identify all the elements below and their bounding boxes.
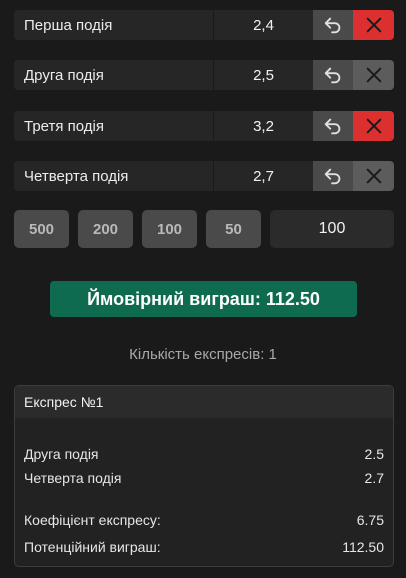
express-title: Експрес №1 (15, 386, 393, 418)
event-odds: 2,4 (253, 16, 274, 34)
selection-odds: 2.7 (364, 470, 384, 486)
event-row: Друга подія 2,5 (14, 60, 394, 90)
close-icon (366, 67, 381, 83)
close-icon (366, 118, 381, 134)
remove-button[interactable] (353, 10, 394, 40)
undo-icon (324, 17, 341, 34)
express-card: Експрес №1 Друга подія 2.5 Четверта поді… (14, 385, 394, 567)
event-odds: 2,5 (253, 66, 274, 84)
event-row: Перша подія 2,4 (14, 10, 394, 40)
stake-200-button[interactable]: 200 (78, 210, 133, 248)
remove-button[interactable] (353, 111, 394, 141)
undo-button[interactable] (313, 60, 353, 90)
remove-button[interactable] (353, 161, 394, 191)
stake-500-button[interactable]: 500 (14, 210, 69, 248)
win-label: Потенційний виграш: (24, 539, 161, 555)
undo-icon (324, 67, 341, 84)
event-odds: 3,2 (253, 117, 274, 135)
stake-100-button[interactable]: 100 (142, 210, 197, 248)
event-name: Друга подія (14, 60, 214, 90)
undo-icon (324, 118, 341, 135)
event-row: Четверта подія 2,7 (14, 161, 394, 191)
stake-input[interactable]: 100 (270, 210, 394, 248)
event-name: Четверта подія (14, 161, 214, 191)
event-name: Перша подія (14, 10, 214, 40)
express-coefficient: Коефіцієнт експресу: 6.75 (24, 512, 384, 528)
close-icon (366, 168, 381, 184)
coef-value: 6.75 (356, 512, 384, 528)
undo-button[interactable] (313, 111, 353, 141)
undo-button[interactable] (313, 161, 353, 191)
undo-icon (324, 168, 341, 185)
express-selection: Четверта подія 2.7 (24, 470, 384, 486)
selection-name: Друга подія (24, 446, 99, 462)
selection-odds: 2.5 (364, 446, 384, 462)
close-icon (366, 17, 381, 33)
win-value: 112.50 (342, 539, 384, 555)
potential-win-badge: Ймовірний виграш: 112.50 (50, 281, 357, 317)
express-count: Кількість експресів: 1 (129, 346, 277, 363)
express-potential-win: Потенційний виграш: 112.50 (24, 539, 384, 555)
event-name: Третя подія (14, 111, 214, 141)
undo-button[interactable] (313, 10, 353, 40)
stake-50-button[interactable]: 50 (206, 210, 261, 248)
selection-name: Четверта подія (24, 470, 122, 486)
event-odds: 2,7 (253, 167, 274, 185)
coef-label: Коефіцієнт експресу: (24, 512, 161, 528)
express-selection: Друга подія 2.5 (24, 446, 384, 462)
remove-button[interactable] (353, 60, 394, 90)
event-row: Третя подія 3,2 (14, 111, 394, 141)
